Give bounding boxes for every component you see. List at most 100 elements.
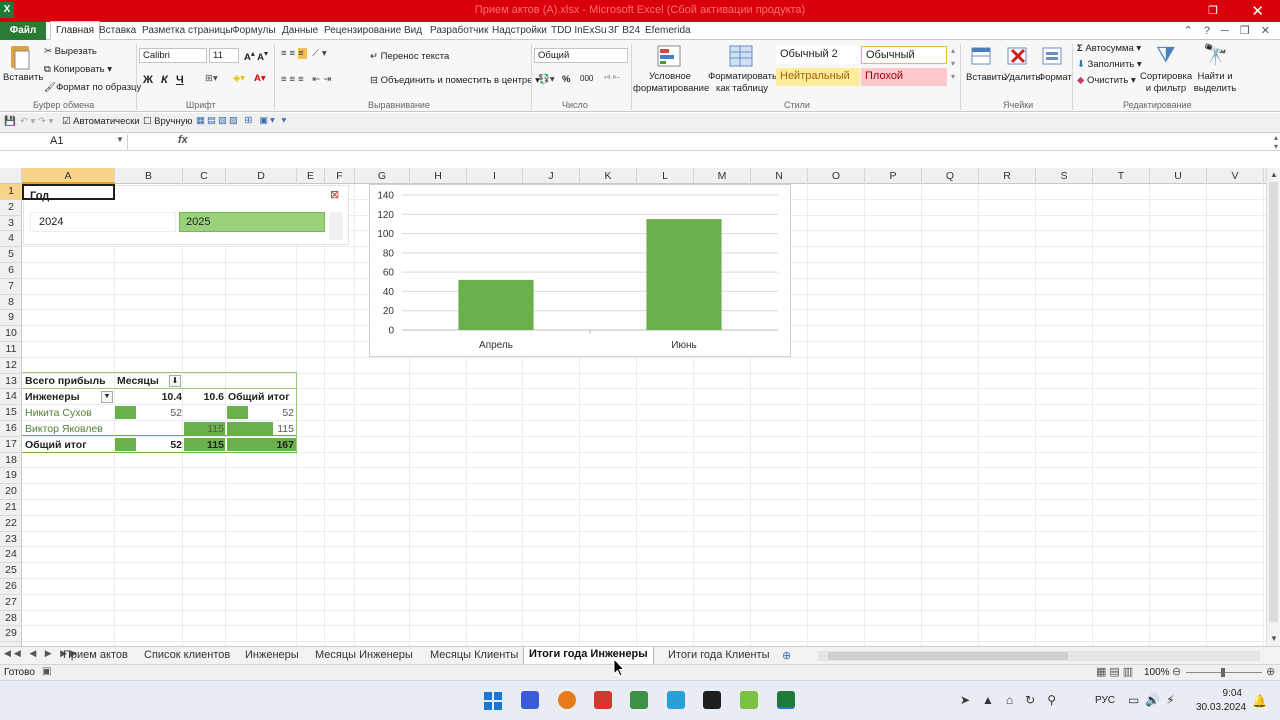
zoom-out-icon[interactable]: ⊖ <box>1172 665 1181 678</box>
paste-icon[interactable] <box>8 43 32 71</box>
font-color-icon[interactable]: A▾ <box>254 73 266 84</box>
tab-developer[interactable]: Разработчик <box>430 25 488 36</box>
system-tray-icons[interactable]: ▭🔊⚡ <box>1128 693 1181 707</box>
currency-icon[interactable]: 💱▾ <box>538 74 555 85</box>
row-header-13[interactable]: 13 <box>0 374 22 390</box>
scroll-up-icon[interactable]: ▲ <box>1270 170 1278 179</box>
row-header-17[interactable]: 17 <box>0 437 22 453</box>
row-header-22[interactable]: 22 <box>0 516 22 532</box>
zoom-in-icon[interactable]: ⊕ <box>1266 665 1275 678</box>
vertical-align-icons[interactable]: ≡≡≡ ⟋▾ <box>281 48 330 59</box>
app-icon-tool[interactable] <box>594 691 612 709</box>
sheet-tab[interactable]: Месяцы Клиенты <box>430 649 518 661</box>
delete-cells-button[interactable]: Удалить <box>1004 72 1040 83</box>
notification-bell-icon[interactable]: 🔔 <box>1252 694 1267 708</box>
cut-button[interactable]: ✂ Вырезать <box>44 46 97 57</box>
app-icon-android[interactable] <box>740 691 758 709</box>
row-header-7[interactable]: 7 <box>0 279 22 295</box>
macro-record-icon[interactable]: ▣ <box>42 666 51 677</box>
scroll-thumb[interactable] <box>1269 182 1278 622</box>
row-header-24[interactable]: 24 <box>0 547 22 564</box>
formula-expand-icon[interactable]: ▴ ▾ <box>1274 133 1278 151</box>
percent-button[interactable]: % <box>562 74 570 85</box>
row-header-28[interactable]: 28 <box>0 611 22 627</box>
conditional-format-icon[interactable] <box>656 44 682 68</box>
toolbar-icons[interactable]: ▦▤▧▨ ⊞ ▣▾ ▾ <box>196 115 288 126</box>
zoom-slider-thumb[interactable] <box>1221 668 1225 677</box>
undo-icon[interactable]: ↶ ▾ ↷ ▾ <box>20 116 53 127</box>
column-header-j[interactable]: J <box>523 168 580 184</box>
row-header-29[interactable]: 29 <box>0 626 22 643</box>
tab-zg-v24[interactable]: ЗГ В24 <box>608 25 640 36</box>
column-header-n[interactable]: N <box>751 168 808 184</box>
format-painter-button[interactable]: 🖌Формат по образцу <box>44 82 141 93</box>
tab-insert[interactable]: Вставка <box>99 25 136 36</box>
hscroll-thumb[interactable] <box>828 652 1068 660</box>
column-header-g[interactable]: G <box>355 168 410 184</box>
tray-icons[interactable]: ➤▲⌂↻⚲ <box>960 693 1068 707</box>
style-neutral[interactable]: Нейтральный <box>776 68 860 86</box>
row-header-6[interactable]: 6 <box>0 263 22 279</box>
column-header-k[interactable]: K <box>580 168 637 184</box>
row-header-23[interactable]: 23 <box>0 532 22 548</box>
zoom-level[interactable]: 100% <box>1144 667 1170 678</box>
chevron-down-icon[interactable]: ▼ <box>101 391 113 403</box>
column-header-h[interactable]: H <box>410 168 467 184</box>
row-header-25[interactable]: 25 <box>0 563 22 579</box>
column-header-t[interactable]: T <box>1093 168 1150 184</box>
bold-button[interactable]: Ж <box>143 74 153 86</box>
year-slicer[interactable]: Год ⊠ 2024 2025 <box>23 185 349 245</box>
vertical-scrollbar[interactable]: ▲ ▼ <box>1266 168 1280 646</box>
row-header-15[interactable]: 15 <box>0 405 22 421</box>
language-indicator[interactable]: РУС <box>1095 695 1115 706</box>
sort-filter-dropdown-icon[interactable]: ⬇ <box>169 375 181 387</box>
worksheet-grid[interactable]: ABCDEFGHIJKLMNOPQRSTUV 1 2 3 4 5 6 7 8 9 10 11 12 13… <box>0 168 1266 646</box>
app-icon-terminal[interactable] <box>703 691 721 709</box>
column-header-e[interactable]: E <box>297 168 325 184</box>
save-icon[interactable]: 💾 <box>4 116 16 127</box>
close-icon[interactable]: ✕ <box>1251 2 1264 20</box>
restore-icon[interactable]: ❐ <box>1208 4 1218 17</box>
merge-center-button[interactable]: ⊟ Объединить и поместить в центре ▾ <box>370 75 540 86</box>
font-size-combo[interactable]: 11 <box>209 48 239 63</box>
find-select-button[interactable]: Найти и выделить <box>1190 71 1240 95</box>
fill-button[interactable]: ⬇ Заполнить ▾ <box>1077 59 1142 70</box>
app-icon-shell[interactable] <box>667 691 685 709</box>
column-header-c[interactable]: C <box>183 168 226 184</box>
clear-button[interactable]: ◆ Очистить ▾ <box>1077 75 1136 86</box>
auto-calc-checkbox[interactable]: ☑ Автоматически <box>62 116 140 127</box>
new-sheet-icon[interactable]: ⊕ <box>782 649 791 662</box>
horizontal-scrollbar[interactable] <box>818 651 1260 661</box>
conditional-format-button[interactable]: Условное форматирование <box>633 71 709 95</box>
row-header-27[interactable]: 27 <box>0 595 22 611</box>
row-header-14[interactable]: 14 <box>0 389 22 406</box>
app-icon-excel[interactable] <box>777 691 795 709</box>
app-icon-editor[interactable] <box>630 691 648 709</box>
horizontal-align-icons[interactable]: ≡≡≡ ⇤⇥ <box>281 74 334 85</box>
sheet-tab[interactable]: Месяцы Инженеры <box>315 649 413 661</box>
column-header-i[interactable]: I <box>467 168 523 184</box>
app-icon-search[interactable] <box>558 691 576 709</box>
autosum-button[interactable]: Σ Автосумма ▾ <box>1077 43 1141 54</box>
sheet-tab-active[interactable]: Итоги года Инженеры <box>523 647 654 664</box>
borders-icon[interactable]: ⊞▾ <box>205 73 218 84</box>
italic-button[interactable]: К <box>161 74 168 86</box>
column-header-u[interactable]: U <box>1150 168 1207 184</box>
column-header-f[interactable]: F <box>325 168 355 184</box>
format-cells-button[interactable]: Формат <box>1038 72 1072 83</box>
ribbon-controls[interactable]: ⌃ ? ─ ❐ ✕ <box>1184 24 1274 37</box>
scroll-down-icon[interactable]: ▼ <box>1270 634 1278 643</box>
row-header-16[interactable]: 16 <box>0 421 22 437</box>
tab-data[interactable]: Данные <box>282 25 318 36</box>
format-as-table-icon[interactable] <box>728 44 754 68</box>
thousands-button[interactable]: 000 <box>580 74 593 83</box>
row-header-18[interactable]: 18 <box>0 453 22 469</box>
sort-filter-button[interactable]: Сортировка и фильтр <box>1140 71 1192 95</box>
paste-button[interactable]: Вставить <box>3 72 43 83</box>
column-header-v[interactable]: V <box>1207 168 1264 184</box>
column-header-p[interactable]: P <box>865 168 922 184</box>
tab-home[interactable]: Главная <box>50 21 101 40</box>
slicer-scrollbar[interactable] <box>329 212 343 240</box>
sheet-tab[interactable]: Список клиентов <box>144 649 230 661</box>
pivot-chart[interactable]: 0 20 40 60 80 100 120 140 Апрель Июнь <box>369 184 791 357</box>
